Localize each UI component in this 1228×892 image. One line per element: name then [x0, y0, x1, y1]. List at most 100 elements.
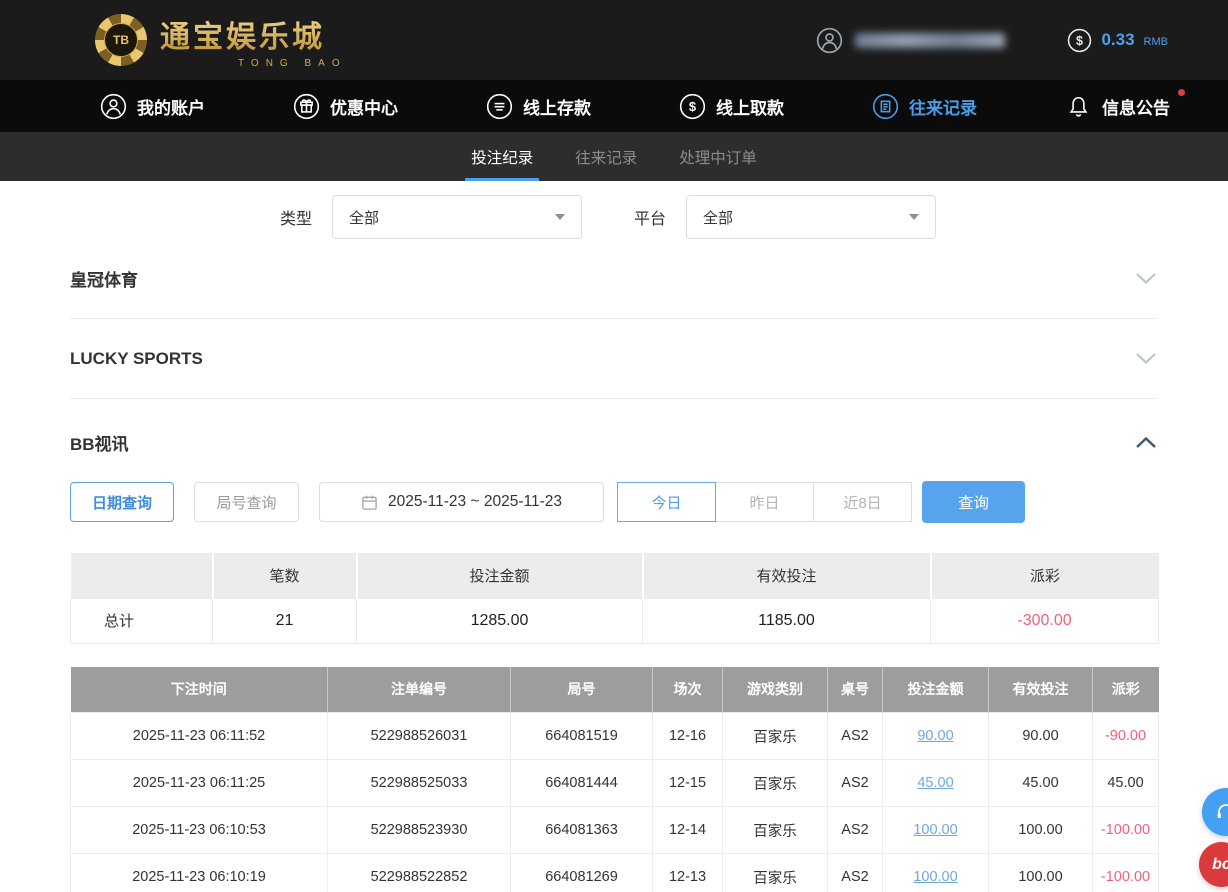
col-header-valid-bet: 有效投注 [989, 667, 1093, 713]
cell-order-id: 522988525033 [328, 760, 511, 807]
cell-table-no: AS2 [828, 760, 883, 807]
user-account[interactable] [816, 27, 1005, 54]
cell-order-id: 522988522852 [328, 854, 511, 892]
customer-service-button[interactable] [1202, 788, 1228, 836]
detail-table-body: 2025-11-23 06:11:52522988526031664081519… [71, 713, 1159, 892]
balance[interactable]: $ 0.33 RMB [1067, 28, 1168, 53]
bet-amount-link[interactable]: 90.00 [917, 728, 953, 744]
type-select[interactable]: 全部 [332, 195, 582, 239]
table-row: 2025-11-23 06:11:25522988525033664081444… [71, 760, 1159, 807]
bet-amount-link[interactable]: 100.00 [913, 822, 957, 838]
query-bar: 日期查询 局号查询 2025-11-23 ~ 2025-11-23 今日 昨日 … [70, 481, 1158, 523]
brand-logo[interactable]: TB 通宝娱乐城 TONG BAO [95, 12, 347, 69]
search-button[interactable]: 查询 [922, 481, 1025, 523]
type-select-value: 全部 [349, 207, 379, 228]
date-range-picker[interactable]: 2025-11-23 ~ 2025-11-23 [319, 482, 604, 522]
records-icon [872, 93, 899, 120]
section-title: LUCKY SPORTS [70, 349, 203, 369]
page: TB 通宝娱乐城 TONG BAO $ 0.33 [0, 0, 1228, 892]
summary-header-valid-bet: 有效投注 [643, 553, 931, 598]
bet-amount-link[interactable]: 100.00 [913, 869, 957, 885]
date-query-button[interactable]: 日期查询 [70, 482, 174, 522]
section-crown-sports[interactable]: 皇冠体育 [70, 239, 1158, 319]
chevron-down-icon [555, 214, 565, 220]
chip-label: TB [104, 23, 138, 57]
floating-badge-button[interactable]: bc [1199, 842, 1228, 887]
cell-order-id: 522988523930 [328, 807, 511, 854]
date-range-value: 2025-11-23 ~ 2025-11-23 [388, 493, 562, 511]
cell-round-id: 664081444 [511, 760, 653, 807]
summary-header-bet-amount: 投注金额 [357, 553, 643, 598]
section-bb-video[interactable]: BB视讯 [70, 399, 1158, 471]
user-icon [100, 93, 127, 120]
brand-name-en: TONG BAO [160, 58, 347, 69]
sub-tabs: 投注纪录 往来记录 处理中订单 [0, 132, 1228, 181]
cell-table-no: AS2 [828, 807, 883, 854]
cell-bet-amount: 45.00 [883, 760, 989, 807]
quick-date-group: 今日 昨日 近8日 [617, 482, 912, 522]
col-header-round-id: 局号 [511, 667, 653, 713]
nav-label: 往来记录 [909, 94, 977, 119]
cell-bet-amount: 90.00 [883, 713, 989, 760]
cell-session: 12-13 [653, 854, 723, 892]
col-header-game-type: 游戏类别 [723, 667, 828, 713]
cell-round-id: 664081269 [511, 854, 653, 892]
cell-valid-bet: 100.00 [989, 854, 1093, 892]
detail-table-header-row: 下注时间注单编号局号场次游戏类别桌号投注金额有效投注派彩 [71, 667, 1159, 713]
deposit-icon [486, 93, 513, 120]
cell-table-no: AS2 [828, 854, 883, 892]
nav-label: 优惠中心 [330, 94, 398, 119]
nav-label: 线上取款 [716, 94, 784, 119]
tab-processing-orders[interactable]: 处理中订单 [679, 132, 757, 181]
bell-icon [1065, 93, 1092, 120]
col-header-bet-time: 下注时间 [71, 667, 328, 713]
type-filter-label: 类型 [280, 205, 312, 229]
cell-valid-bet: 100.00 [989, 807, 1093, 854]
tab-transaction-records[interactable]: 往来记录 [575, 132, 637, 181]
cell-game-type: 百家乐 [723, 713, 828, 760]
balance-currency: RMB [1144, 36, 1168, 48]
calendar-icon [361, 494, 378, 511]
platform-select[interactable]: 全部 [686, 195, 936, 239]
platform-select-value: 全部 [703, 207, 733, 228]
table-row: 2025-11-23 06:11:52522988526031664081519… [71, 713, 1159, 760]
nav-item-promotions[interactable]: 优惠中心 [293, 93, 398, 120]
nav-item-records[interactable]: 往来记录 [872, 93, 977, 120]
summary-header-payout: 派彩 [931, 553, 1159, 598]
last-8-days-button[interactable]: 近8日 [813, 482, 912, 522]
tab-betting-records[interactable]: 投注纪录 [471, 132, 533, 181]
cell-valid-bet: 90.00 [989, 713, 1093, 760]
cell-session: 12-14 [653, 807, 723, 854]
round-query-button[interactable]: 局号查询 [194, 482, 299, 522]
nav-item-deposit[interactable]: 线上存款 [486, 93, 591, 120]
today-button[interactable]: 今日 [617, 482, 716, 522]
header-right: $ 0.33 RMB [816, 27, 1168, 54]
summary-table: 笔数 投注金额 有效投注 派彩 总计 21 1285.00 1185.00 -3… [70, 553, 1159, 644]
nav-label: 我的账户 [137, 94, 205, 119]
cell-payout: 45.00 [1093, 760, 1159, 807]
cell-session: 12-16 [653, 713, 723, 760]
cell-payout: -100.00 [1093, 807, 1159, 854]
nav-item-withdraw[interactable]: $ 线上取款 [679, 93, 784, 120]
cell-bet-amount: 100.00 [883, 854, 989, 892]
bet-amount-link[interactable]: 45.00 [917, 775, 953, 791]
svg-text:$: $ [689, 99, 696, 114]
col-header-payout: 派彩 [1093, 667, 1159, 713]
table-row: 2025-11-23 06:10:53522988523930664081363… [71, 807, 1159, 854]
chevron-down-icon [909, 214, 919, 220]
yesterday-button[interactable]: 昨日 [715, 482, 814, 522]
brand-name-cn: 通宝娱乐城 [160, 12, 347, 56]
main-nav: 我的账户 优惠中心 线上存款 $ 线上取款 [0, 80, 1228, 132]
summary-total-label: 总计 [71, 598, 213, 643]
chevron-down-icon [1134, 351, 1158, 366]
svg-text:$: $ [1076, 34, 1083, 48]
summary-total-row: 总计 21 1285.00 1185.00 -300.00 [71, 598, 1159, 643]
summary-payout-value: -300.00 [931, 598, 1159, 643]
section-lucky-sports[interactable]: LUCKY SPORTS [70, 319, 1158, 399]
gift-icon [293, 93, 320, 120]
cell-game-type: 百家乐 [723, 854, 828, 892]
nav-item-my-account[interactable]: 我的账户 [100, 93, 205, 120]
col-header-session: 场次 [653, 667, 723, 713]
nav-item-announcements[interactable]: 信息公告 [1065, 93, 1170, 120]
withdraw-icon: $ [679, 93, 706, 120]
